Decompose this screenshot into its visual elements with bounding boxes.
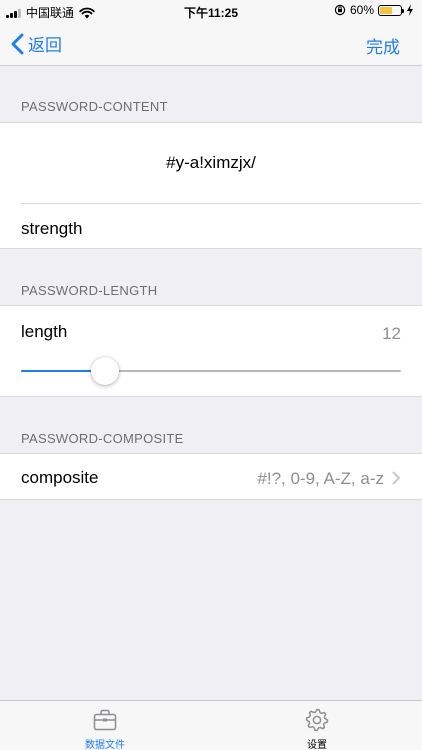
battery-percent: 60% [349,3,374,17]
composite-row[interactable]: composite #!?, 0-9, A-Z, a-z [0,453,422,500]
composite-value: #!?, 0-9, A-Z, a-z [257,469,384,488]
charging-bolt-icon [407,4,413,16]
navigation-bar: 返回 完成 [0,22,422,66]
chevron-left-icon [11,33,24,54]
briefcase-icon [93,709,117,731]
composite-label: composite [21,468,99,487]
done-button[interactable]: 完成 [366,33,400,58]
battery-icon [378,4,404,16]
password-text[interactable]: #y-a!ximzjx/ [0,123,422,203]
status-right: 60% [334,3,414,17]
back-button[interactable]: 返回 [10,31,62,56]
length-value: 12 [382,324,401,343]
gear-icon [305,708,329,732]
tab-data-files-label: 数据文件 [85,740,125,750]
orientation-lock-icon [334,4,346,16]
tab-settings[interactable]: 设置 [267,707,367,750]
strength-label: strength [21,219,83,238]
tab-settings-label: 设置 [307,740,327,750]
status-bar: 中国联通 下午11:25 60% [0,0,422,22]
slider-thumb[interactable] [91,357,120,385]
cell-separator [21,203,422,204]
length-slider[interactable] [21,357,401,385]
section-header-length: PASSWORD-LENGTH [21,283,158,298]
battery-fill [380,6,392,14]
tab-bar: 数据文件 设置 [0,700,422,750]
back-button-label: 返回 [28,36,62,55]
section-header-content: PASSWORD-CONTENT [21,99,168,114]
tab-data-files[interactable]: 数据文件 [55,707,155,750]
password-length-group: length 12 [0,305,422,397]
length-label: length [21,322,68,341]
section-header-composite: PASSWORD-COMPOSITE [21,431,184,446]
chevron-right-icon [392,471,400,485]
password-content-group: #y-a!ximzjx/ strength [0,122,422,249]
